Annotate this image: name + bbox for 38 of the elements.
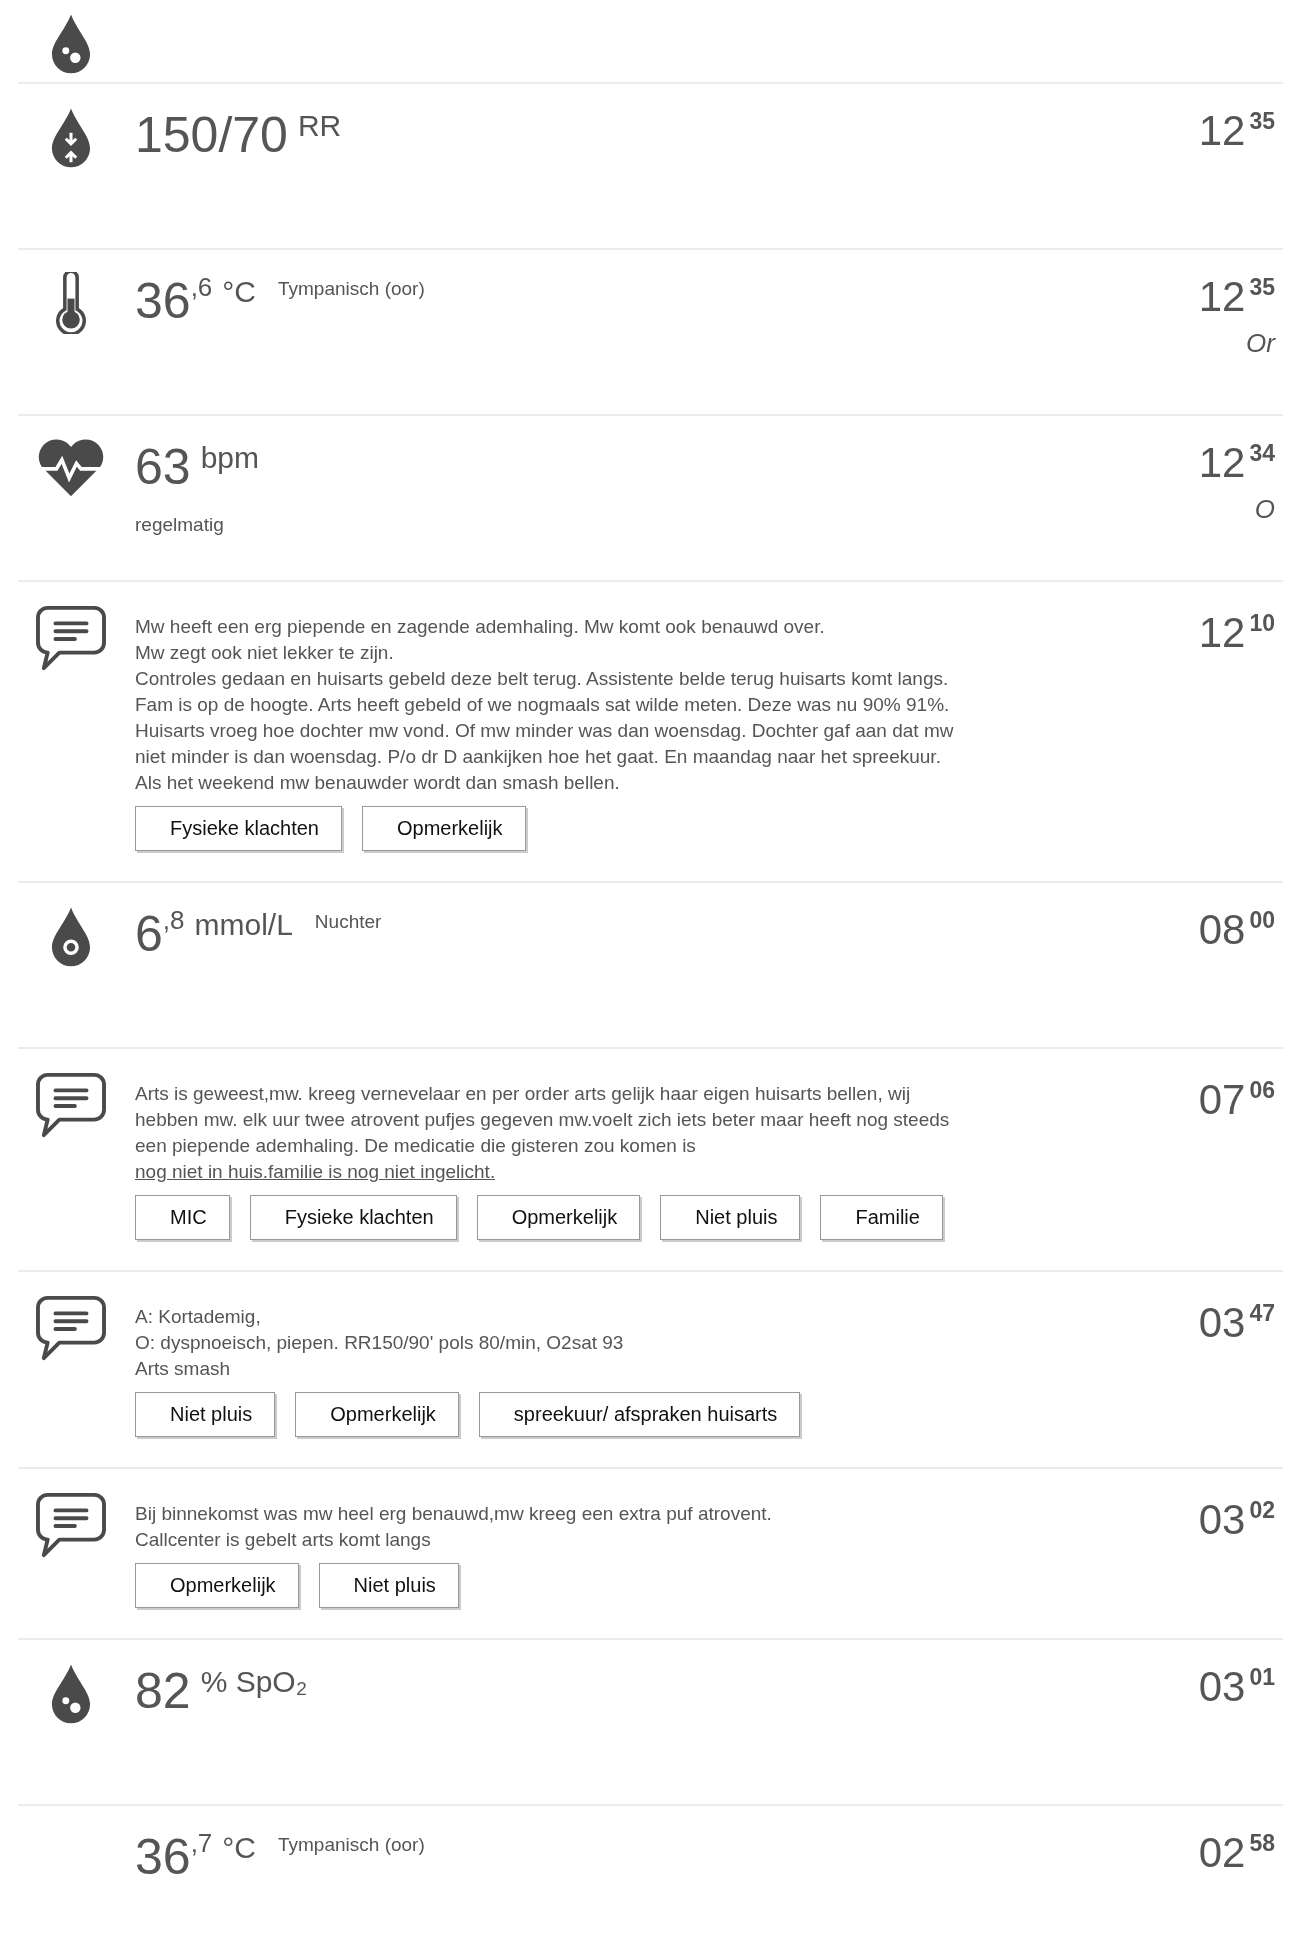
method-label: Nuchter: [313, 910, 382, 933]
unit-label: bpm: [200, 440, 259, 476]
tag-button[interactable]: Fysieke klachten: [135, 806, 342, 851]
tag-button[interactable]: MIC: [135, 1195, 230, 1240]
unit-label: % SpO₂: [200, 1664, 308, 1700]
unit-label: RR: [297, 108, 342, 144]
unit-label: °C: [222, 274, 256, 310]
tag-button[interactable]: Fysieke klachten: [249, 1195, 457, 1240]
tag-button[interactable]: Opmerkelijk: [476, 1195, 641, 1240]
author-text: Or: [1246, 328, 1275, 359]
note-text: Arts is geweest,mw. kreeg vernevelaar en per order arts gelijk haar eigen huisarts bellen, wij hebben mw. elk uur twee atrovent pufjes gegeven mw.voelt zich iets beter maar heeft nog steeds een piepende ademhaling. De medicatie die gisteren zou komen is nog niet in huis.familie is nog niet ingelicht.: [135, 1082, 951, 1184]
measurement-value: 36$^{,7}$: [135, 1828, 213, 1886]
message-icon: [33, 1491, 108, 1559]
unit-label: °C: [222, 1830, 256, 1866]
method-label: Tympanisch (oor): [277, 1833, 425, 1856]
measurement-value: 36$^{,6}$: [135, 272, 213, 330]
tag-button[interactable]: Opmerkelijk: [295, 1392, 459, 1437]
note-text: A: Kortademig, O: dyspnoeisch, piepen. RR150/90' pols 80/min, O2sat 93 Arts smash: [135, 1305, 625, 1381]
tag-button[interactable]: Familie: [820, 1195, 943, 1240]
note-text: Mw heeft een erg piepende en zagende ademhaling. Mw komt ook benauwd over. Mw zegt ook niet lekker te zijn. Controles gedaan en huisarts gebeld deze belt terug. Assistente belde terug huisarts komt langs. Fam is op de hoogte. Arts heeft gebeld of we nogmaals sat wilde meten. Deze was nu 90% 91%. Huisarts vroeg hoe dochter mw vond. Of mw minder was dan woensdag. Dochter gaf aan dat mw niet minder is dan woensdag. P/o dr D aankijken hoe het gaat. En maandag naar het spreekuur. Als het weekend mw benauwder wordt dan smash bellen.: [135, 615, 955, 795]
tag-button[interactable]: Niet pluis: [660, 1195, 801, 1240]
message-icon: [33, 604, 108, 672]
method-label: Tympanisch (oor): [277, 277, 425, 300]
tag-button[interactable]: Niet pluis: [318, 1563, 459, 1608]
measurement-value: 150/70: [135, 106, 288, 164]
note-text: Bij binnekomst was mw heel erg benauwd,mw kreeg een extra puf atrovent. Callcenter is gebelt arts komt langs: [135, 1502, 773, 1552]
message-icon: [33, 1294, 108, 1362]
remark-text: regelmatig: [135, 514, 225, 536]
unit-label: mmol/L: [194, 907, 293, 943]
tag-button[interactable]: Opmerkelijk: [135, 1563, 299, 1608]
measurement-value: 82: [135, 1662, 191, 1720]
measurement-value: 63: [135, 438, 191, 496]
author-text: O: [1254, 494, 1275, 525]
tag-button[interactable]: spreekuur/ afspraken huisarts: [478, 1392, 801, 1437]
measurement-value: 6$^{,8}$: [135, 905, 185, 963]
message-icon: [33, 1071, 108, 1139]
tag-button[interactable]: Niet pluis: [135, 1392, 276, 1437]
tag-button[interactable]: Opmerkelijk: [361, 806, 526, 851]
